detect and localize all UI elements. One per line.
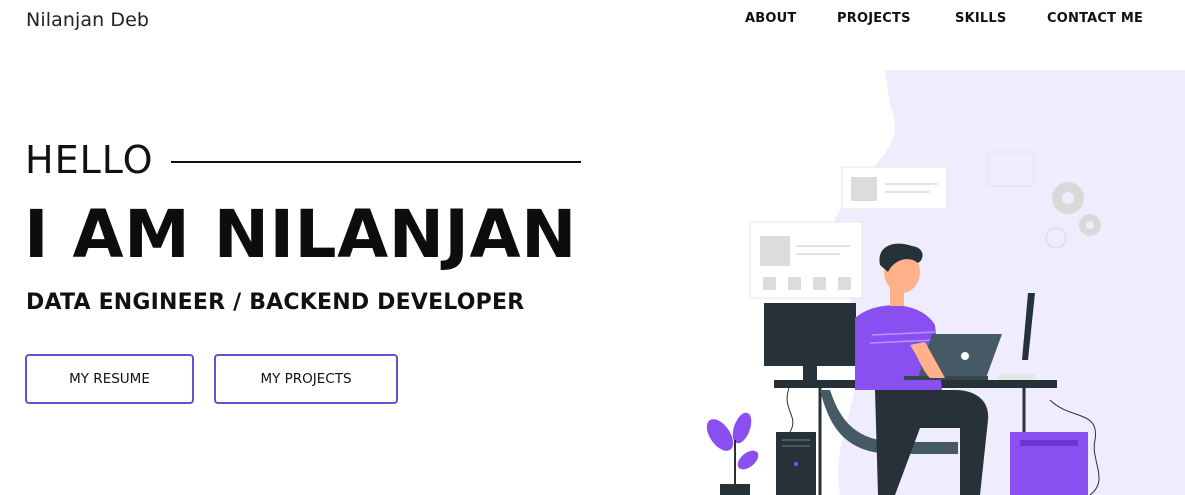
nav-contact[interactable]: CONTACT ME bbox=[1047, 11, 1143, 26]
greeting-row: HELLO bbox=[25, 138, 581, 182]
nav-projects[interactable]: PROJECTS bbox=[837, 11, 911, 26]
greeting-divider bbox=[171, 161, 581, 163]
projects-button[interactable]: MY PROJECTS bbox=[214, 354, 398, 404]
hero-role: DATA ENGINEER / BACKEND DEVELOPER bbox=[26, 290, 525, 315]
nav-skills[interactable]: SKILLS bbox=[955, 11, 1006, 26]
resume-button[interactable]: MY RESUME bbox=[25, 354, 194, 404]
developer-illustration bbox=[706, 70, 1185, 495]
nav-about[interactable]: ABOUT bbox=[745, 11, 796, 26]
brand-name[interactable]: Nilanjan Deb bbox=[26, 9, 149, 31]
hero-headline: I AM NILANJAN bbox=[24, 196, 577, 273]
greeting: HELLO bbox=[25, 138, 154, 182]
